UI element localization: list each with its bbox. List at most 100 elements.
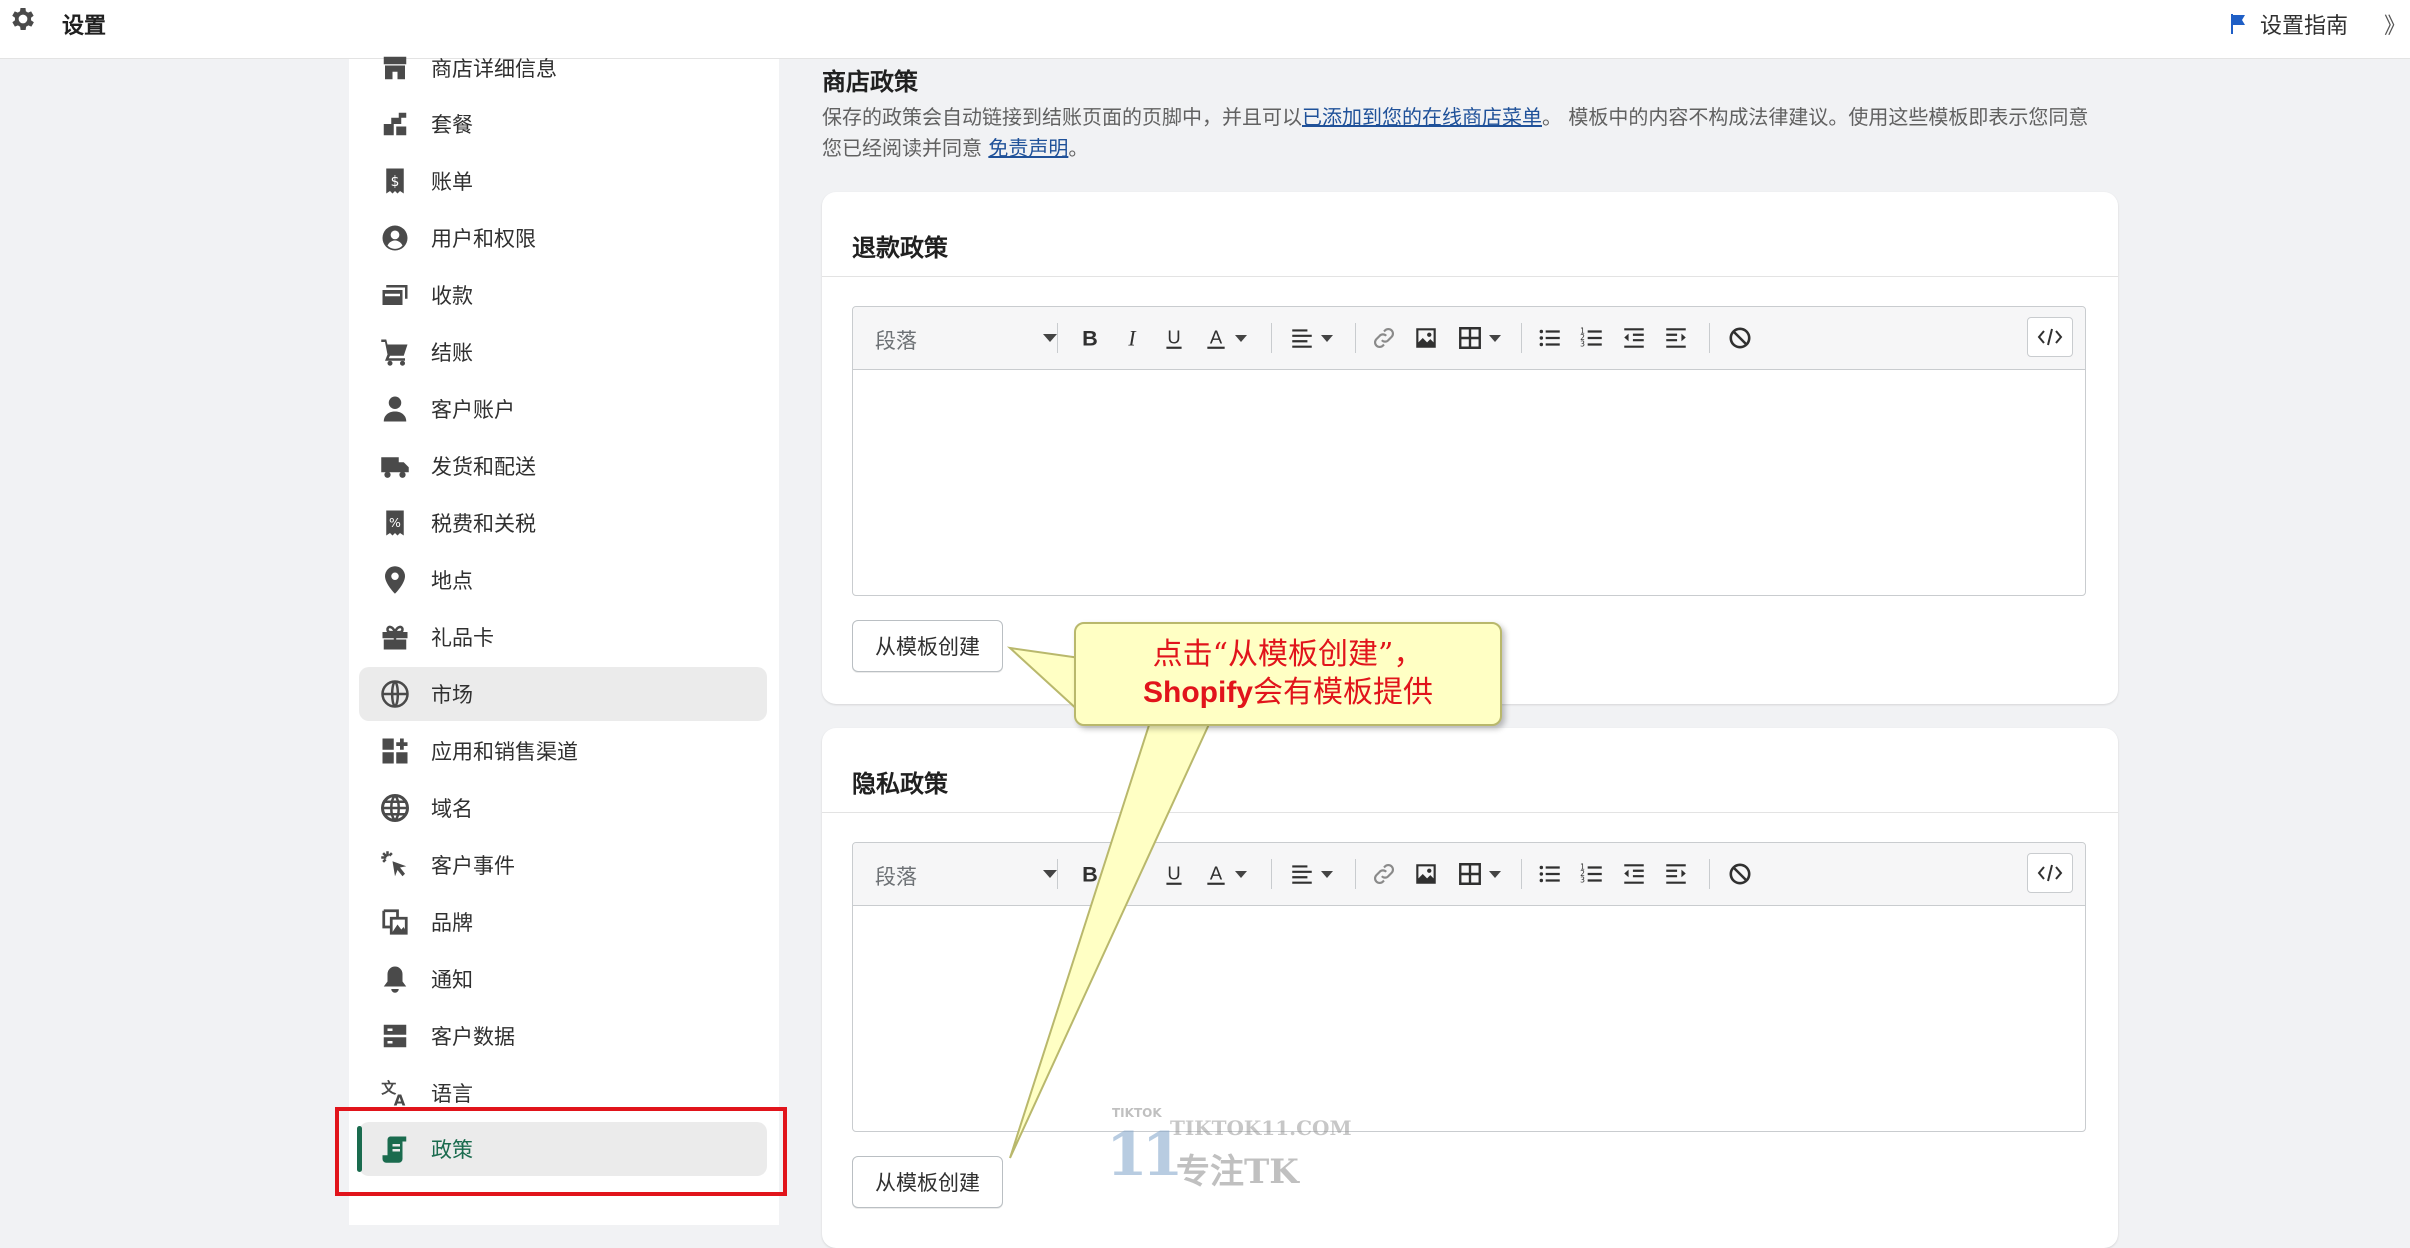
- sidebar-item-gift-cards[interactable]: 礼品卡: [359, 610, 767, 664]
- create-from-template-button[interactable]: 从模板创建: [852, 1156, 1003, 1208]
- create-from-template-button[interactable]: 从模板创建: [852, 620, 1003, 672]
- text-color-button[interactable]: A: [1203, 859, 1247, 889]
- bell-icon: [379, 963, 411, 995]
- table-button[interactable]: [1457, 859, 1501, 889]
- outdent-button[interactable]: [1621, 859, 1647, 889]
- outdent-button[interactable]: [1621, 323, 1647, 353]
- format-select[interactable]: 段落: [875, 325, 1057, 355]
- indent-button[interactable]: [1663, 859, 1689, 889]
- underline-button[interactable]: U: [1161, 323, 1187, 353]
- clear-format-button[interactable]: [1727, 859, 1753, 889]
- underline-icon: U: [1166, 326, 1182, 349]
- underline-icon: U: [1166, 862, 1182, 885]
- divider: [822, 276, 2118, 277]
- sidebar-item-checkout[interactable]: 结账: [359, 325, 767, 379]
- sidebar-item-users[interactable]: 用户和权限: [359, 211, 767, 265]
- sidebar-item-label: 市场: [431, 683, 473, 707]
- indent-icon: [1666, 328, 1686, 348]
- clear-format-icon: [1729, 327, 1751, 349]
- italic-button[interactable]: I: [1119, 323, 1145, 353]
- sidebar-item-customer-accounts[interactable]: 客户账户: [359, 382, 767, 436]
- sidebar-item-taxes[interactable]: % 税费和关税: [359, 496, 767, 550]
- chevron-down-icon: [1489, 334, 1501, 342]
- gift-icon: [379, 621, 411, 653]
- link-button[interactable]: [1371, 323, 1397, 353]
- domain-globe-icon: [379, 792, 411, 824]
- toolbar-divider: [1057, 323, 1058, 353]
- section-description: 保存的政策会自动链接到结账页面的页脚中，并且可以已添加到您的在线商店菜单。 模板…: [822, 105, 2089, 160]
- sidebar-item-customer-data[interactable]: 客户数据: [359, 1009, 767, 1063]
- cursor-click-icon: [379, 849, 411, 881]
- sidebar-item-markets[interactable]: 市场: [359, 667, 767, 721]
- image-button[interactable]: [1413, 859, 1439, 889]
- chevron-down-icon: [1321, 334, 1333, 342]
- sidebar-item-label: 品牌: [431, 911, 473, 935]
- table-icon: [1459, 863, 1481, 885]
- svg-text:A: A: [1210, 862, 1223, 883]
- clear-format-button[interactable]: [1727, 323, 1753, 353]
- sidebar-item-locations[interactable]: 地点: [359, 553, 767, 607]
- bold-button[interactable]: B: [1077, 323, 1103, 353]
- flag-icon: [2230, 14, 2245, 34]
- bold-button[interactable]: B: [1077, 859, 1103, 889]
- settings-sidebar: 商店详细信息 套餐 $ 账单 用户和权限 收款 结账 客户账户 发货和配送 % …: [349, 56, 779, 1225]
- disclaimer-link[interactable]: 免责声明: [988, 136, 1068, 160]
- setup-guide-link[interactable]: 设置指南: [2226, 8, 2348, 40]
- html-code-button[interactable]: [2027, 317, 2073, 357]
- indent-icon: [1666, 864, 1686, 884]
- sidebar-item-label: 礼品卡: [431, 626, 494, 650]
- card-title: 隐私政策: [852, 770, 948, 798]
- toolbar-divider: [1057, 859, 1058, 889]
- sidebar-item-apps[interactable]: 应用和销售渠道: [359, 724, 767, 778]
- refund-policy-editor[interactable]: 段落 B I U A 123: [852, 306, 2086, 596]
- sidebar-item-brand[interactable]: 品牌: [359, 895, 767, 949]
- outdent-icon: [1624, 864, 1644, 884]
- format-select[interactable]: 段落: [875, 861, 1057, 891]
- html-code-button[interactable]: [2027, 853, 2073, 893]
- bullet-list-button[interactable]: [1537, 323, 1563, 353]
- text-color-icon: A: [1207, 862, 1225, 885]
- sidebar-item-domains[interactable]: 域名: [359, 781, 767, 835]
- bold-icon: B: [1082, 862, 1098, 887]
- setup-guide-label: 设置指南: [2259, 14, 2348, 39]
- billing-icon: $: [379, 165, 411, 197]
- italic-button[interactable]: I: [1119, 859, 1145, 889]
- numbered-list-button[interactable]: 123: [1579, 323, 1605, 353]
- sidebar-item-plan[interactable]: 套餐: [359, 97, 767, 151]
- sidebar-item-customer-events[interactable]: 客户事件: [359, 838, 767, 892]
- image-icon: [1416, 328, 1436, 348]
- sidebar-item-store-details[interactable]: 商店详细信息: [359, 41, 767, 95]
- data-icon: [379, 1020, 411, 1052]
- sidebar-item-notifications[interactable]: 通知: [359, 952, 767, 1006]
- underline-button[interactable]: U: [1161, 859, 1187, 889]
- italic-icon: I: [1127, 327, 1137, 351]
- collapse-toggle[interactable]: 》: [2384, 8, 2406, 40]
- sidebar-item-label: 语言: [431, 1082, 473, 1106]
- toolbar-divider: [1271, 323, 1272, 353]
- svg-text:I: I: [1127, 327, 1137, 351]
- sidebar-item-shipping[interactable]: 发货和配送: [359, 439, 767, 493]
- plan-icon: [379, 108, 411, 140]
- card-title: 退款政策: [852, 234, 948, 262]
- apps-icon: [379, 735, 411, 767]
- online-store-menu-link[interactable]: 已添加到您的在线商店菜单: [1302, 105, 1542, 129]
- align-button[interactable]: [1289, 859, 1333, 889]
- sidebar-item-label: 结账: [431, 341, 473, 365]
- link-button[interactable]: [1371, 859, 1397, 889]
- table-button[interactable]: [1457, 323, 1501, 353]
- privacy-policy-editor[interactable]: 段落 B I U A 123: [852, 842, 2086, 1132]
- sidebar-item-payments[interactable]: 收款: [359, 268, 767, 322]
- toolbar-divider: [1709, 323, 1710, 353]
- image-button[interactable]: [1413, 323, 1439, 353]
- chevron-down-icon: [1321, 870, 1333, 878]
- align-button[interactable]: [1289, 323, 1333, 353]
- indent-button[interactable]: [1663, 323, 1689, 353]
- sidebar-item-label: 账单: [431, 170, 473, 194]
- toolbar-divider: [1709, 859, 1710, 889]
- editor-toolbar: 段落 B I U A 123: [853, 843, 2085, 906]
- bullet-list-button[interactable]: [1537, 859, 1563, 889]
- numbered-list-button[interactable]: 123: [1579, 859, 1605, 889]
- text-color-button[interactable]: A: [1203, 323, 1247, 353]
- sidebar-item-billing[interactable]: $ 账单: [359, 154, 767, 208]
- editor-toolbar: 段落 B I U A 123: [853, 307, 2085, 370]
